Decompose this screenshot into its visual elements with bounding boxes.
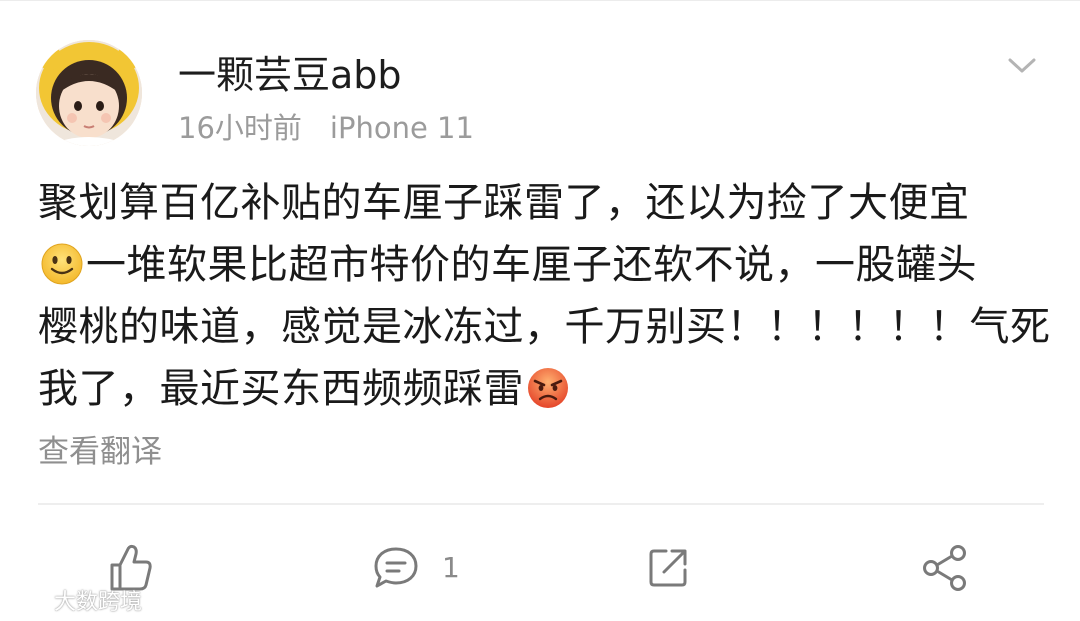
watermark-logo-icon bbox=[8, 589, 48, 610]
post-line-2: 一堆软果比超市特价的车厘子还软不说，一股罐头 bbox=[38, 234, 1048, 296]
watermark: 大数跨境 bbox=[8, 584, 142, 616]
post-line-1: 聚划算百亿补贴的车厘子踩雷了，还以为捡了大便宜 bbox=[38, 172, 1048, 234]
post-line-text: 聚划算百亿补贴的车厘子踩雷了，还以为捡了大便宜 bbox=[38, 180, 970, 226]
share-button[interactable] bbox=[920, 536, 970, 600]
post-time: 16小时前 bbox=[178, 111, 302, 145]
repost-button[interactable] bbox=[646, 536, 690, 600]
post-line-text: 樱桃的味道，感觉是冰冻过，千万别买！！！！！！气死 bbox=[38, 304, 1051, 350]
author-name[interactable]: 一颗芸豆abb bbox=[178, 50, 402, 100]
avatar[interactable] bbox=[36, 40, 142, 146]
post-device: iPhone 11 bbox=[329, 111, 474, 145]
angry-emoji-icon bbox=[528, 368, 568, 408]
post-line-3: 樱桃的味道，感觉是冰冻过，千万别买！！！！！！气死 bbox=[38, 296, 1051, 358]
comment-count: 1 bbox=[442, 551, 460, 584]
action-divider bbox=[38, 503, 1044, 505]
top-divider bbox=[0, 0, 1080, 1]
comment-button[interactable]: 1 bbox=[372, 536, 460, 600]
post-line-text: 我了，最近买东西频频踩雷 bbox=[38, 366, 524, 412]
post-line-4: 我了，最近买东西频频踩雷 bbox=[38, 358, 1048, 420]
translate-link[interactable]: 查看翻译 bbox=[38, 430, 162, 474]
smile-emoji-icon bbox=[41, 243, 83, 285]
avatar-image bbox=[36, 40, 142, 146]
watermark-text: 大数跨境 bbox=[54, 590, 143, 615]
post-line-text: 一堆软果比超市特价的车厘子还软不说，一股罐头 bbox=[86, 242, 977, 288]
comment-icon bbox=[374, 547, 418, 588]
share-icon bbox=[923, 545, 966, 591]
post-text: 聚划算百亿补贴的车厘子踩雷了，还以为捡了大便宜 一堆软果比超市特价的车厘子还软不… bbox=[38, 172, 1051, 420]
repost-icon bbox=[649, 549, 687, 587]
post-meta: 16小时前 iPhone 11 bbox=[178, 108, 474, 148]
chevron-down-icon[interactable] bbox=[1004, 52, 1040, 80]
